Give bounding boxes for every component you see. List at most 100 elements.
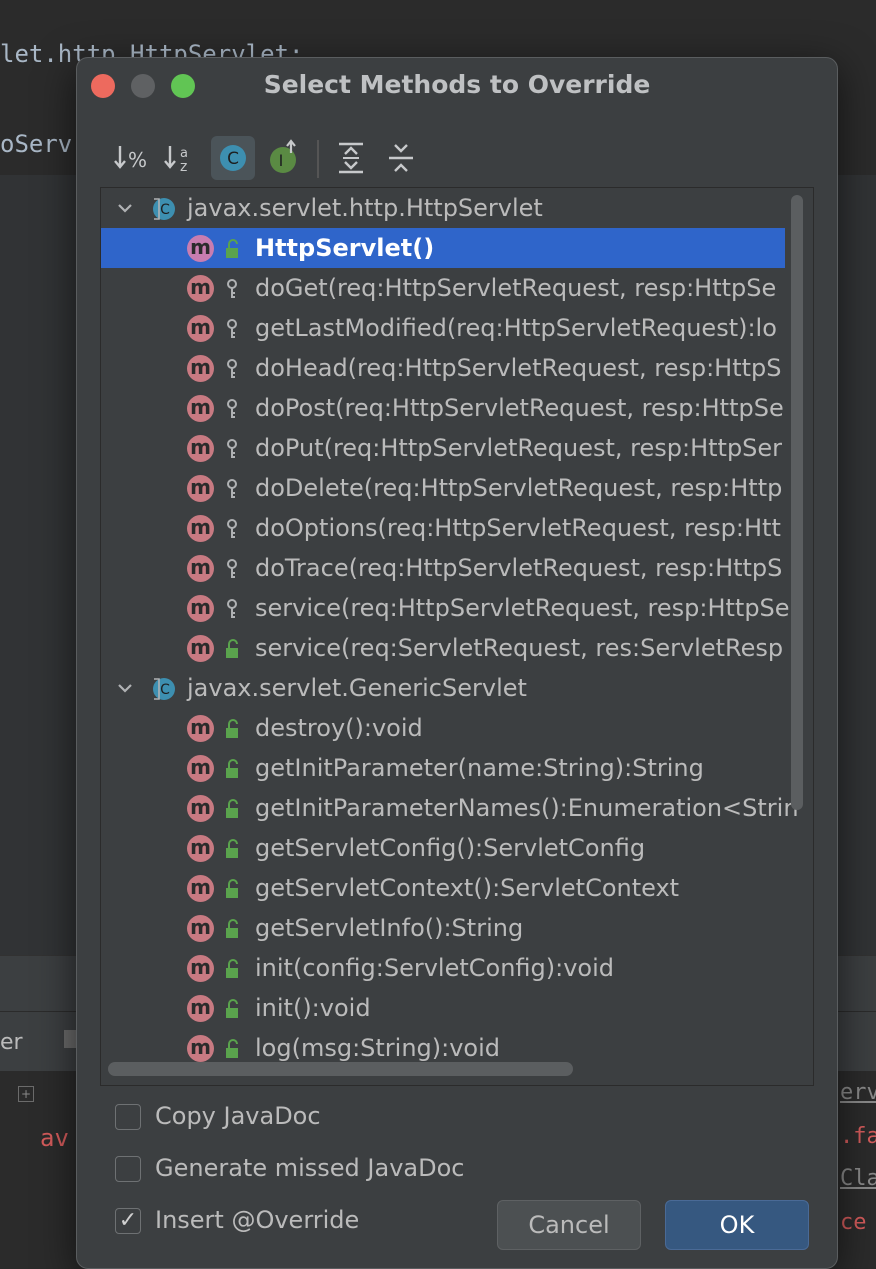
method-signature-label: getServletConfig():ServletConfig bbox=[255, 834, 646, 862]
tree-method-node[interactable]: m init(config:ServletConfig):void bbox=[101, 948, 785, 988]
method-signature-label: init(config:ServletConfig):void bbox=[255, 954, 615, 982]
tree-method-node[interactable]: m service(req:ServletRequest, res:Servlet… bbox=[101, 628, 785, 668]
protected-key-icon bbox=[227, 319, 237, 338]
expand-all-button[interactable] bbox=[329, 136, 373, 180]
method-icon: m bbox=[187, 595, 214, 622]
svg-text:I: I bbox=[279, 151, 284, 170]
tree-method-node[interactable]: m destroy():void bbox=[101, 708, 785, 748]
chevron-down-icon[interactable] bbox=[115, 198, 135, 218]
tree-method-node[interactable]: m getServletConfig():ServletConfig bbox=[101, 828, 785, 868]
sort-alphabetically-button[interactable]: a z bbox=[161, 136, 205, 180]
method-signature-label: doOptions(req:HttpServletRequest, resp:H… bbox=[255, 514, 781, 542]
tree-method-node[interactable]: m getServletInfo():String bbox=[101, 908, 785, 948]
method-signature-label: destroy():void bbox=[255, 714, 423, 742]
generate-missed-javadoc-checkbox[interactable] bbox=[115, 1156, 141, 1182]
cancel-button[interactable]: Cancel bbox=[497, 1200, 641, 1250]
method-icon: m bbox=[187, 515, 214, 542]
tree-method-node[interactable]: m init():void bbox=[101, 988, 785, 1028]
protected-key-icon bbox=[227, 599, 237, 618]
console-snippet: erv bbox=[840, 1080, 876, 1105]
protected-key-icon bbox=[227, 399, 237, 418]
tree-method-node[interactable]: m doGet(req:HttpServletRequest, resp:Http… bbox=[101, 268, 785, 308]
expand-icon[interactable]: + bbox=[18, 1086, 34, 1102]
method-tree[interactable]: Cjavax.servlet.http.HttpServlet m HttpServ… bbox=[100, 187, 814, 1086]
method-signature-label: doGet(req:HttpServletRequest, resp:HttpS… bbox=[255, 274, 777, 302]
method-signature-label: doDelete(req:HttpServletRequest, resp:Ht… bbox=[255, 474, 783, 502]
copy-javadoc-checkbox[interactable] bbox=[115, 1104, 141, 1130]
bottom-tab-icon bbox=[64, 1030, 76, 1048]
method-icon: m bbox=[187, 1035, 214, 1062]
show-interfaces-button[interactable]: I bbox=[263, 136, 307, 180]
tree-class-node[interactable]: Cjavax.servlet.http.HttpServlet bbox=[101, 188, 785, 228]
insert-override-checkbox[interactable]: ✓ bbox=[115, 1208, 141, 1234]
insert-override-label: Insert @Override bbox=[155, 1206, 360, 1234]
svg-text:C: C bbox=[160, 682, 170, 698]
tree-method-node[interactable]: m doOptions(req:HttpServletRequest, resp:… bbox=[101, 508, 785, 548]
svg-text:%: % bbox=[128, 148, 147, 172]
method-signature-label: init():void bbox=[255, 994, 371, 1022]
method-icon: m bbox=[187, 235, 214, 262]
tree-method-node[interactable]: m getServletContext():ServletContext bbox=[101, 868, 785, 908]
method-signature-label: service(req:ServletRequest, res:ServletR… bbox=[255, 634, 784, 662]
method-icon: m bbox=[187, 435, 214, 462]
ok-button[interactable]: OK bbox=[665, 1200, 809, 1250]
svg-text:z: z bbox=[180, 159, 187, 175]
console-snippet: Cla bbox=[840, 1166, 876, 1191]
tree-method-node[interactable]: m HttpServlet() bbox=[101, 228, 785, 268]
tree-class-node[interactable]: Cjavax.servlet.GenericServlet bbox=[101, 668, 785, 708]
method-icon: m bbox=[187, 715, 214, 742]
protected-key-icon bbox=[227, 279, 237, 298]
method-signature-label: getInitParameter(name:String):String bbox=[255, 754, 704, 782]
protected-key-icon bbox=[227, 559, 237, 578]
method-signature-label: doPost(req:HttpServletRequest, resp:Http… bbox=[255, 394, 784, 422]
method-signature-label: getServletInfo():String bbox=[255, 914, 524, 942]
protected-key-icon bbox=[227, 479, 237, 498]
tree-method-node[interactable]: m getInitParameter(name:String):String bbox=[101, 748, 785, 788]
tree-method-node[interactable]: m doPost(req:HttpServletRequest, resp:Htt… bbox=[101, 388, 785, 428]
tree-method-node[interactable]: m getInitParameterNames():Enumeration<Str… bbox=[101, 788, 799, 828]
method-icon: m bbox=[187, 355, 214, 382]
vertical-scrollbar[interactable] bbox=[791, 195, 803, 810]
class-icon: C bbox=[153, 198, 175, 220]
method-signature-label: log(msg:String):void bbox=[255, 1034, 501, 1062]
protected-key-icon bbox=[227, 519, 237, 538]
tree-method-node[interactable]: m getLastModified(req:HttpServletRequest)… bbox=[101, 308, 785, 348]
tree-method-node[interactable]: m doPut(req:HttpServletRequest, resp:Http… bbox=[101, 428, 785, 468]
horizontal-scrollbar[interactable] bbox=[108, 1062, 573, 1076]
method-icon: m bbox=[187, 995, 214, 1022]
method-icon: m bbox=[187, 955, 214, 982]
method-signature-label: service(req:HttpServletRequest, resp:Htt… bbox=[255, 594, 790, 622]
tree-method-node[interactable]: m doDelete(req:HttpServletRequest, resp:H… bbox=[101, 468, 785, 508]
public-lock-icon bbox=[226, 639, 238, 658]
collapse-all-button[interactable] bbox=[379, 136, 423, 180]
collapse-all-icon bbox=[389, 144, 413, 172]
method-signature-label: getServletContext():ServletContext bbox=[255, 874, 680, 902]
svg-text:C: C bbox=[227, 149, 239, 169]
method-icon: m bbox=[187, 915, 214, 942]
method-icon: m bbox=[187, 315, 214, 342]
public-lock-icon bbox=[226, 239, 238, 258]
show-classes-icon: C bbox=[220, 145, 246, 171]
method-icon: m bbox=[187, 555, 214, 582]
method-signature-label: doTrace(req:HttpServletRequest, resp:Htt… bbox=[255, 554, 783, 582]
dialog-titlebar: Select Methods to Override bbox=[77, 58, 837, 112]
sort-by-visibility-button[interactable]: % bbox=[111, 136, 155, 180]
method-icon: m bbox=[187, 755, 214, 782]
public-lock-icon bbox=[226, 799, 238, 818]
bottom-tab[interactable]: er bbox=[0, 1030, 23, 1055]
public-lock-icon bbox=[226, 919, 238, 938]
method-icon: m bbox=[187, 275, 214, 302]
toolbar-separator bbox=[317, 140, 319, 178]
tree-method-node[interactable]: m doTrace(req:HttpServletRequest, resp:Ht… bbox=[101, 548, 785, 588]
dialog-title: Select Methods to Override bbox=[263, 70, 651, 99]
public-lock-icon bbox=[226, 839, 238, 858]
chevron-down-icon[interactable] bbox=[115, 678, 135, 698]
public-lock-icon bbox=[226, 879, 238, 898]
show-classes-button[interactable]: C bbox=[211, 136, 255, 180]
method-icon: m bbox=[187, 395, 214, 422]
copy-javadoc-label: Copy JavaDoc bbox=[155, 1102, 321, 1130]
method-icon: m bbox=[187, 475, 214, 502]
method-icon: m bbox=[187, 875, 214, 902]
tree-method-node[interactable]: m service(req:HttpServletRequest, resp:Ht… bbox=[101, 588, 790, 628]
tree-method-node[interactable]: m doHead(req:HttpServletRequest, resp:Htt… bbox=[101, 348, 785, 388]
